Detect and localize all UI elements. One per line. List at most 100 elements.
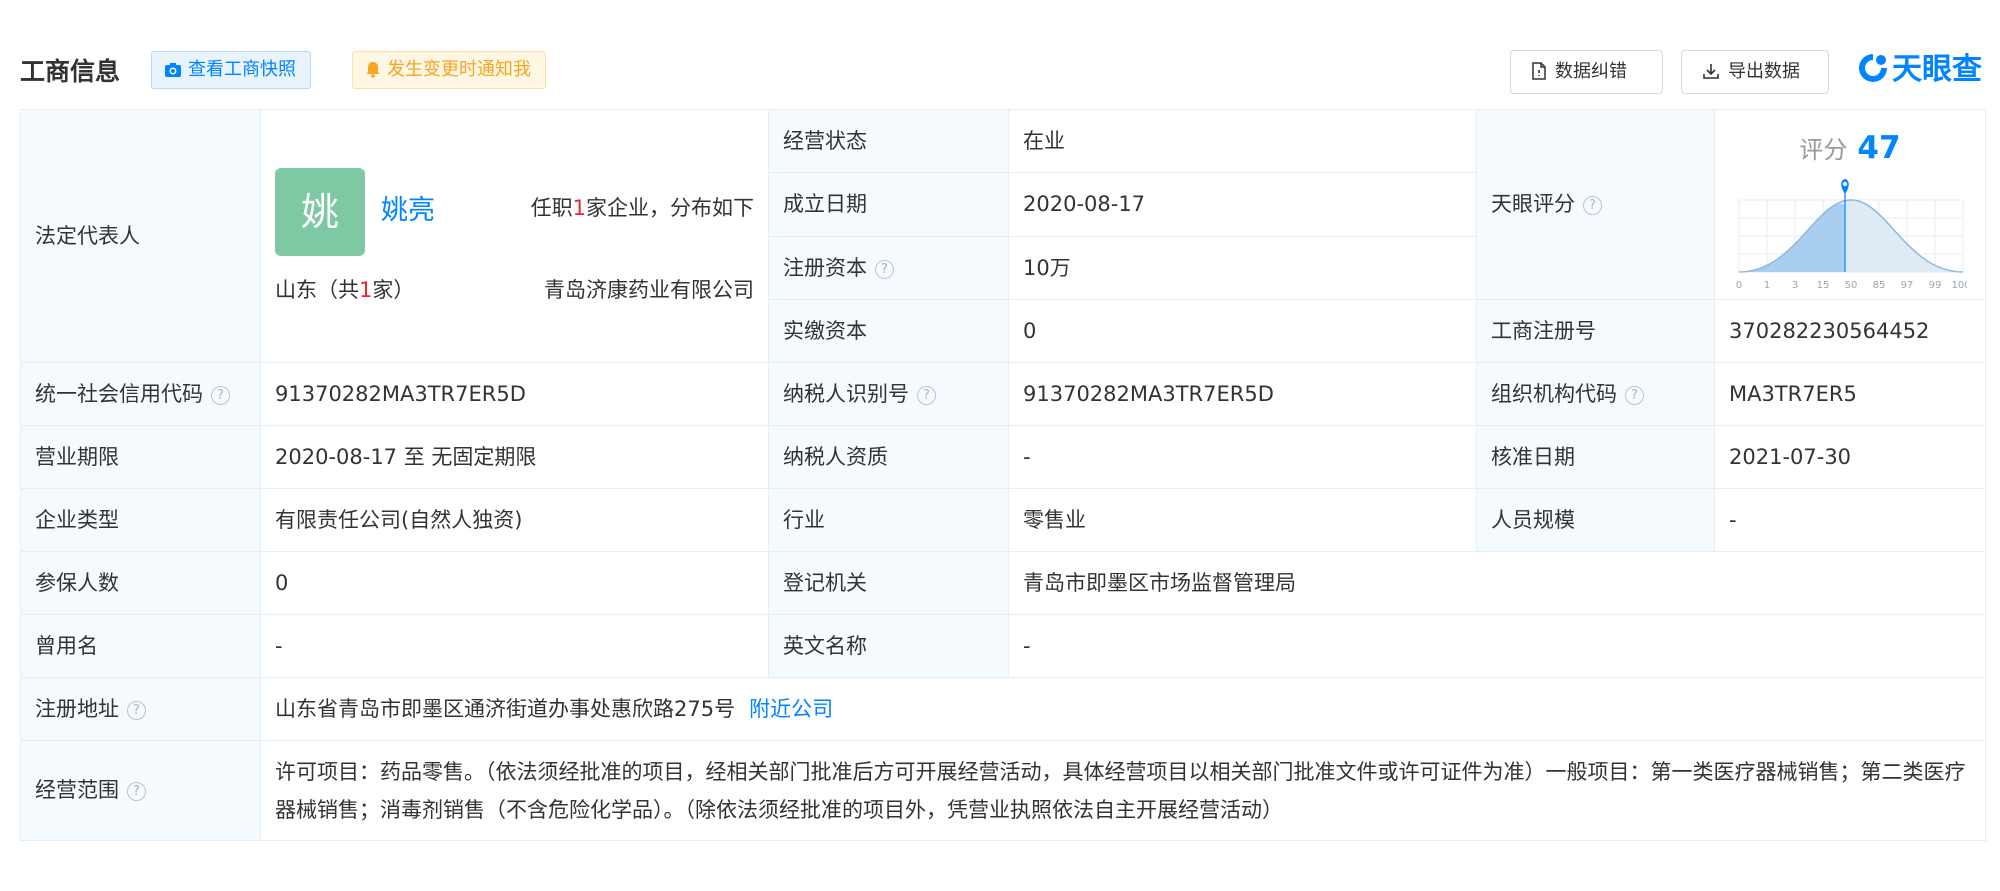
tick-7: 99 <box>1929 280 1942 291</box>
scope-value: 许可项目：药品零售。（依法须经批准的项目，经相关部门批准后方可开展经营活动，具体… <box>260 740 1986 841</box>
score-marker-pin <box>1841 179 1849 194</box>
legal-rep-cell: 姚 姚亮 任职1家企业，分布如下 山东（共1家） 青岛济康药业有限公司 <box>260 109 769 363</box>
taxpayer-qual-value: - <box>1008 425 1477 489</box>
reg-no-label: 工商注册号 <box>1476 299 1715 363</box>
rep-region-info: 山东（共1家） <box>275 274 414 307</box>
paid-capital-label: 实缴资本 <box>768 299 1009 363</box>
view-snapshot-label: 查看工商快照 <box>188 59 296 80</box>
question-circle-icon[interactable]: ? <box>1583 196 1602 216</box>
score-value: 47 <box>1857 130 1901 166</box>
question-circle-icon[interactable]: ? <box>211 385 230 405</box>
english-name-label: 英文名称 <box>768 614 1009 678</box>
taxpayer-qual-label: 纳税人资质 <box>768 425 1009 489</box>
reg-capital-value: 10万 <box>1008 235 1477 301</box>
tick-3: 15 <box>1817 280 1830 291</box>
camera-icon <box>165 63 181 77</box>
credit-code-label: 统一社会信用代码? <box>20 362 261 426</box>
credit-code-text: 统一社会信用代码 <box>35 381 203 406</box>
org-code-label: 组织机构代码? <box>1476 362 1715 426</box>
credit-code-value: 91370282MA3TR7ER5D <box>260 362 769 426</box>
tick-6: 97 <box>1901 280 1914 291</box>
industry-label: 行业 <box>768 488 1009 552</box>
company-type-label: 企业类型 <box>20 488 261 552</box>
staff-size-label: 人员规模 <box>1476 488 1715 552</box>
score-cell: 评分 47 0 1 3 15 50 85 97 99 10 <box>1714 109 1986 300</box>
rep-info-pre: 任职 <box>530 196 573 220</box>
rep-region-post: 家） <box>372 278 415 302</box>
reg-no-value: 370282230564452 <box>1714 299 1986 363</box>
reg-address-cell: 山东省青岛市即墨区通济街道办事处惠欣路275号 附近公司 <box>260 677 1986 741</box>
question-circle-icon[interactable]: ? <box>875 259 894 279</box>
tianyan-score-text: 天眼评分 <box>1491 192 1575 217</box>
tick-1: 1 <box>1764 280 1770 291</box>
question-circle-icon[interactable]: ? <box>127 700 146 720</box>
rep-region-count: 1 <box>359 278 373 302</box>
term-label: 营业期限 <box>20 425 261 489</box>
rep-region-pre: 山东（共 <box>275 278 359 302</box>
org-code-value: MA3TR7ER5 <box>1714 362 1986 426</box>
insured-value: 0 <box>260 551 769 615</box>
scope-text: 经营范围 <box>35 778 119 803</box>
company-type-value: 有限责任公司(自然人独资) <box>260 488 769 552</box>
status-label: 经营状态 <box>768 108 1009 174</box>
question-circle-icon[interactable]: ? <box>1625 385 1644 405</box>
paid-capital-value: 0 <box>1008 299 1477 363</box>
former-name-label: 曾用名 <box>20 614 261 678</box>
chart-tick-labels: 0 1 3 15 50 85 97 99 100 <box>1736 280 1967 291</box>
data-correction-label: 数据纠错 <box>1555 61 1627 82</box>
tick-8: 100 <box>1951 280 1967 291</box>
former-name-value: - <box>260 614 769 678</box>
tianyancha-logo: 天眼查 <box>1856 50 1982 90</box>
reg-authority-label: 登记机关 <box>768 551 1009 615</box>
english-name-value: - <box>1008 614 1986 678</box>
section-title: 工商信息 <box>20 57 121 86</box>
legal-rep-name-link[interactable]: 姚亮 <box>381 190 435 232</box>
reg-address-value: 山东省青岛市即墨区通济街道办事处惠欣路275号 <box>275 696 736 721</box>
tick-0: 0 <box>1736 280 1742 291</box>
scope-label: 经营范围? <box>20 740 261 841</box>
founded-value: 2020-08-17 <box>1008 172 1477 237</box>
insured-label: 参保人数 <box>20 551 261 615</box>
tick-2: 3 <box>1792 280 1798 291</box>
industry-value: 零售业 <box>1008 488 1477 552</box>
download-icon <box>1703 64 1719 79</box>
tianyancha-logo-icon <box>1859 54 1887 82</box>
notify-change-label: 发生变更时通知我 <box>387 59 531 80</box>
export-data-label: 导出数据 <box>1728 61 1800 82</box>
taxpayer-id-label: 纳税人识别号? <box>768 362 1009 426</box>
status-value: 在业 <box>1008 108 1477 174</box>
approval-date-value: 2021-07-30 <box>1714 425 1986 489</box>
reg-capital-label: 注册资本? <box>768 235 1009 301</box>
notify-change-button[interactable]: 发生变更时通知我 <box>352 51 546 89</box>
term-value: 2020-08-17 至 无固定期限 <box>260 425 769 489</box>
tick-4: 50 <box>1845 280 1858 291</box>
business-info-table: 法定代表人 姚 姚亮 任职1家企业，分布如下 山东（共1家） 青岛济康药业有限公… <box>20 108 1986 841</box>
reg-address-label: 注册地址? <box>20 677 261 741</box>
data-correction-button[interactable]: 数据纠错 <box>1510 50 1663 94</box>
view-snapshot-button[interactable]: 查看工商快照 <box>151 51 311 89</box>
nearby-companies-link[interactable]: 附近公司 <box>749 697 833 721</box>
score-area <box>1739 203 1845 272</box>
brand-name: 天眼查 <box>1892 52 1982 87</box>
section-header: 工商信息 查看工商快照 发生变更时通知我 数据纠错 导出数据 天眼查 <box>20 46 1985 94</box>
score-heading: 评分 47 <box>1715 124 1985 172</box>
rep-info-count: 1 <box>572 196 586 220</box>
reg-address-text: 注册地址 <box>35 696 119 721</box>
export-data-button[interactable]: 导出数据 <box>1681 50 1829 94</box>
question-circle-icon[interactable]: ? <box>917 385 936 405</box>
taxpayer-id-text: 纳税人识别号 <box>783 381 909 406</box>
founded-label: 成立日期 <box>768 172 1009 237</box>
org-code-text: 组织机构代码 <box>1491 381 1617 406</box>
score-label: 评分 <box>1799 136 1848 164</box>
rep-info-post: 家企业，分布如下 <box>586 196 754 220</box>
bell-icon <box>366 62 380 78</box>
tianyan-score-label: 天眼评分? <box>1476 109 1715 300</box>
question-circle-icon[interactable]: ? <box>127 782 146 802</box>
taxpayer-id-value: 91370282MA3TR7ER5D <box>1008 362 1477 426</box>
score-distribution-chart: 0 1 3 15 50 85 97 99 100 <box>1736 179 1967 291</box>
rep-positions-info: 任职1家企业，分布如下 <box>531 192 754 225</box>
reg-authority-value: 青岛市即墨区市场监督管理局 <box>1008 551 1986 615</box>
tick-5: 85 <box>1873 280 1886 291</box>
rep-company: 青岛济康药业有限公司 <box>544 278 754 302</box>
legal-rep-label: 法定代表人 <box>20 109 261 363</box>
